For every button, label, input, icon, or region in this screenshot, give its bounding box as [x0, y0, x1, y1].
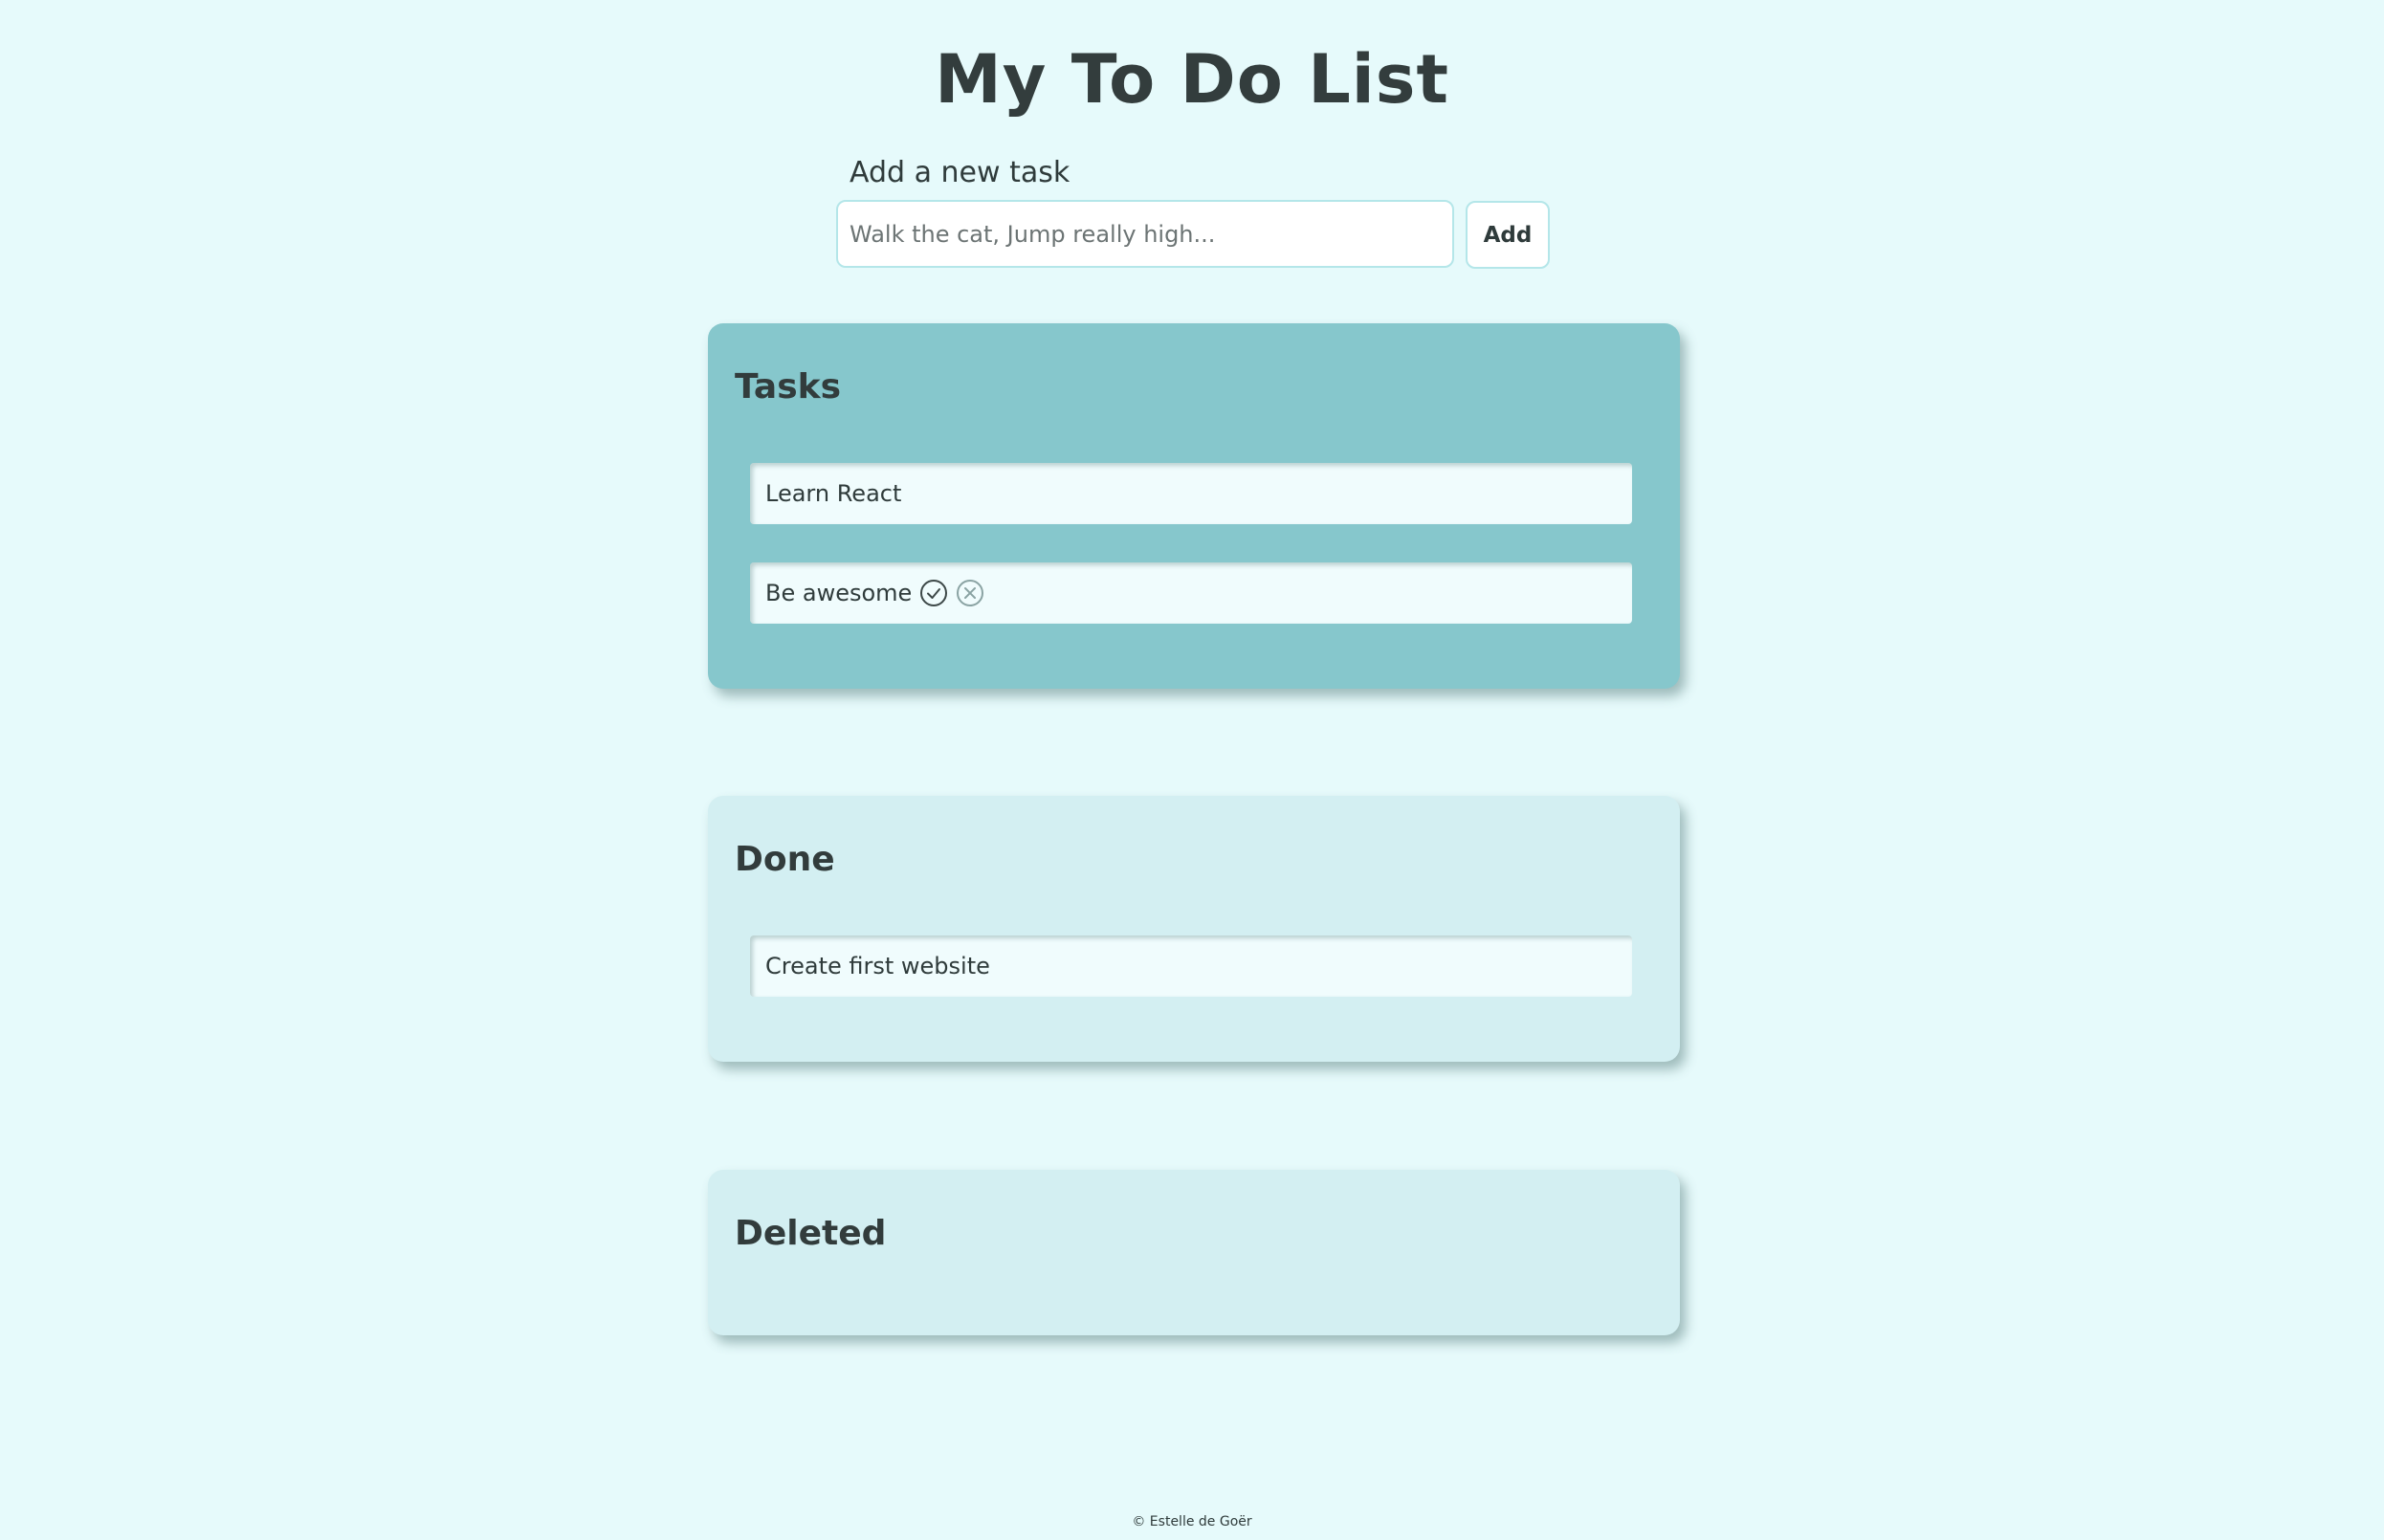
close-circle-icon[interactable] [956, 579, 984, 607]
done-item[interactable]: Create first website [750, 935, 1632, 997]
task-item[interactable]: Learn React [750, 463, 1632, 524]
add-button[interactable]: Add [1466, 201, 1550, 269]
page-title: My To Do List [935, 40, 1449, 119]
deleted-panel: Deleted [708, 1170, 1680, 1335]
tasks-heading: Tasks [735, 367, 842, 407]
new-task-label: Add a new task [850, 156, 1071, 189]
done-heading: Done [735, 840, 835, 879]
new-task-input[interactable] [836, 200, 1454, 268]
deleted-heading: Deleted [735, 1214, 887, 1253]
done-item-label: Create first website [765, 953, 990, 979]
footer-copyright: © Estelle de Goër [1132, 1514, 1252, 1529]
check-circle-icon[interactable] [919, 579, 948, 607]
task-item-label: Learn React [765, 480, 902, 507]
done-panel: Done Create first website [708, 796, 1680, 1062]
task-item[interactable]: Be awesome [750, 562, 1632, 624]
tasks-panel: Tasks Learn React Be awesome [708, 323, 1680, 689]
task-item-label: Be awesome [765, 580, 913, 606]
